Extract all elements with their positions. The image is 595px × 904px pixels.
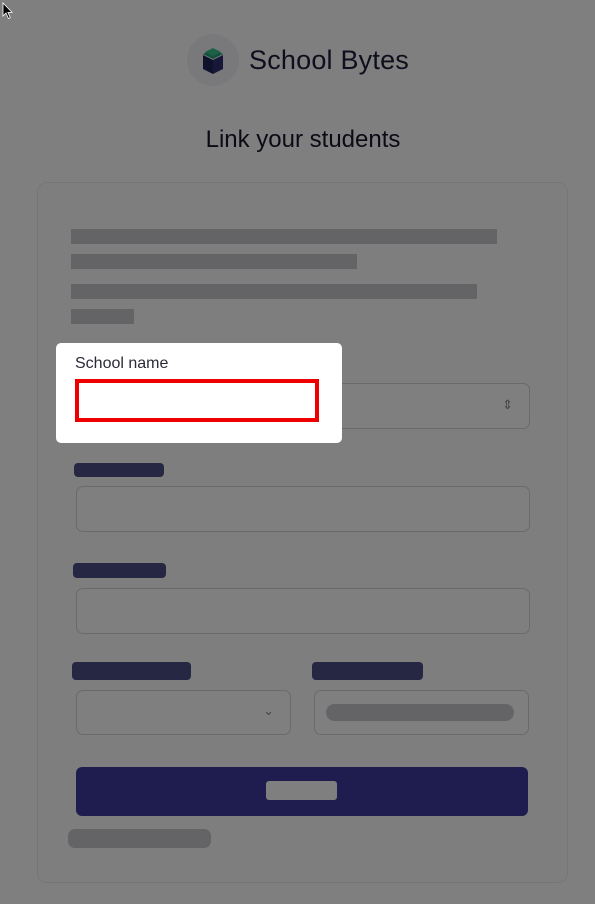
school-name-label: School name [75, 355, 169, 372]
dim-overlay [0, 0, 595, 904]
school-name-input[interactable] [75, 379, 319, 422]
school-name-spotlight: School name [56, 343, 342, 443]
mouse-cursor-icon [2, 2, 13, 20]
